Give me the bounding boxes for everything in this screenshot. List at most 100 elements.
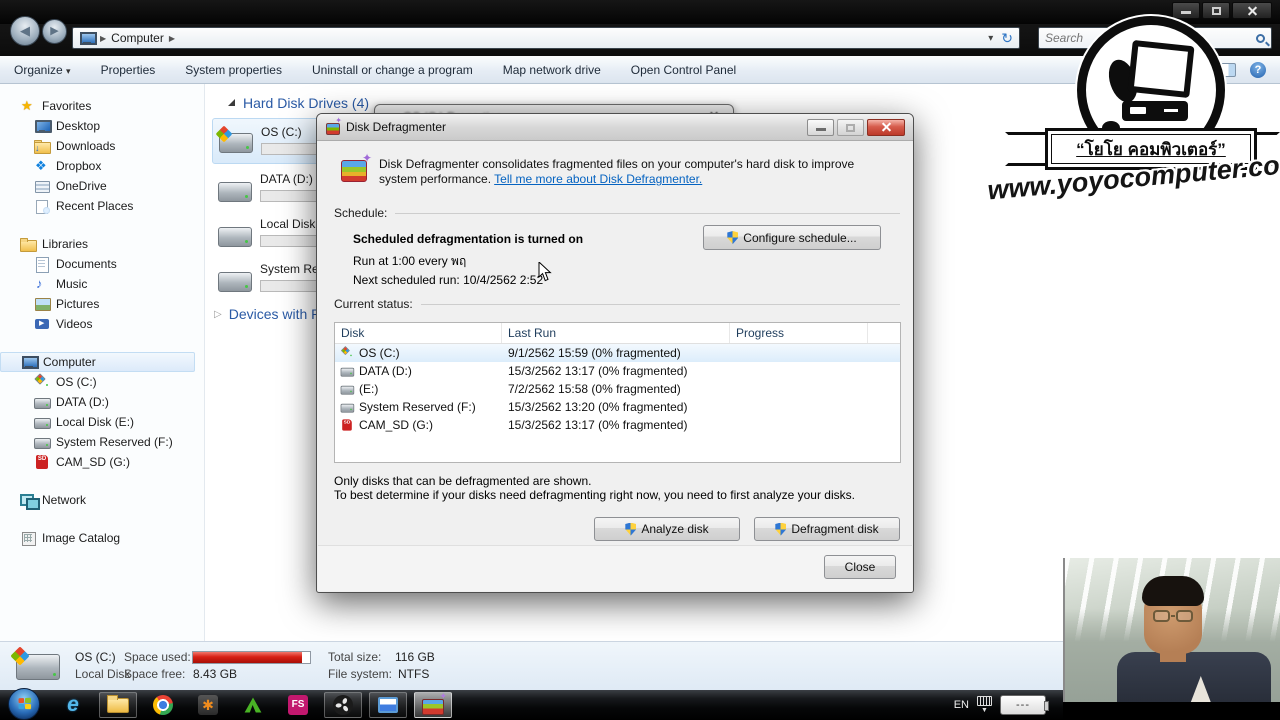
table-row[interactable]: System Reserved (F:) 15/3/2562 13:20 (0%… [335,398,900,416]
toolbar-system-properties[interactable]: System properties [185,63,282,77]
webcam-overlay [1063,558,1280,702]
table-row[interactable]: DATA (D:) 15/3/2562 13:17 (0% fragmented… [335,362,900,380]
folder-download-icon [34,138,51,154]
space-free-label: Space free: [124,667,186,681]
restore-icon[interactable] [1202,2,1230,19]
configure-schedule-button[interactable]: Configure schedule... [703,225,881,250]
minimize-icon[interactable] [807,118,834,136]
computer-icon [79,30,97,46]
toolbar-properties[interactable]: Properties [101,63,156,77]
table-row[interactable]: CAM_SD (G:) 15/3/2562 13:17 (0% fragment… [335,416,900,434]
image-viewer-icon[interactable] [369,692,407,718]
battery-meter[interactable]: --- [1000,695,1049,715]
start-orb-icon[interactable] [8,688,40,720]
collapse-triangle-icon[interactable] [228,98,235,106]
computer-icon [21,354,39,370]
sidebar-item-system-reserved-f[interactable]: System Reserved (F:) [0,432,204,452]
section-header-devices-removable[interactable]: ▷ Devices with R [214,306,321,322]
close-button[interactable]: Close [824,555,896,579]
glasses-icon [1152,610,1193,622]
sidebar-item-documents[interactable]: Documents [0,254,204,274]
toolbar-map-network-drive[interactable]: Map network drive [503,63,601,77]
sidebar-item-computer[interactable]: Computer [0,352,195,372]
hard-drive-icon [218,182,252,202]
close-icon[interactable] [1232,2,1272,19]
network-icon [20,492,40,510]
schedule-status-text: Scheduled defragmentation is turned on [353,232,584,246]
obs-icon[interactable] [324,692,362,718]
sidebar-item-onedrive[interactable]: OneDrive [0,176,204,196]
sidebar-item-network[interactable]: Network [0,490,204,510]
sidebar-item-downloads[interactable]: Downloads [0,136,204,156]
close-icon[interactable] [867,118,905,136]
refresh-icon[interactable]: ↻ [1001,30,1013,47]
defragment-disk-button[interactable]: Defragment disk [754,517,900,541]
sidebar-item-recent-places[interactable]: Recent Places [0,196,204,216]
minimize-icon[interactable] [1172,2,1200,19]
sidebar-item-pictures[interactable]: Pictures [0,294,204,314]
current-status-group-label: Current status: [334,297,900,311]
search-input[interactable] [1045,31,1256,45]
table-header-row: Disk Last Run Progress [335,323,900,344]
sidebar-item-libraries[interactable]: Libraries [0,234,204,254]
sidebar-item-local-disk-e[interactable]: Local Disk (E:) [0,412,204,432]
disk-status-table[interactable]: Disk Last Run Progress OS (C:) 9/1/2562 … [334,322,901,463]
music-note-icon [34,276,50,292]
toolbar-open-control-panel[interactable]: Open Control Panel [631,63,736,77]
forward-button[interactable]: ▶ [42,19,67,44]
table-row[interactable]: OS (C:) 9/1/2562 15:59 (0% fragmented) [335,344,900,362]
breadcrumb-location[interactable]: Computer [111,31,164,45]
onedrive-icon [34,178,50,194]
table-row[interactable]: (E:) 7/2/2562 15:58 (0% fragmented) [335,380,900,398]
dialog-titlebar[interactable]: Disk Defragmenter [317,114,913,141]
sidebar-item-image-catalog[interactable]: Image Catalog [0,528,204,548]
expand-triangle-icon[interactable]: ▷ [214,309,222,320]
os-drive-icon [341,347,354,360]
search-box[interactable] [1038,27,1272,49]
chrome-icon[interactable] [144,692,182,718]
uac-shield-icon [775,522,787,536]
sidebar-item-dropbox[interactable]: Dropbox [0,156,204,176]
column-header-disk[interactable]: Disk [335,323,502,343]
internet-explorer-icon[interactable]: e [54,692,92,718]
language-indicator[interactable]: EN [954,699,969,711]
space-used-bar [192,651,311,664]
status-drive-name: OS (C:) [75,650,116,664]
column-header-last-run[interactable]: Last Run [502,323,730,343]
address-dropdown-icon[interactable]: ▾ [988,33,993,44]
sidebar-item-cam-sd-g[interactable]: CAM_SD (G:) [0,452,204,472]
graphics-app-icon[interactable]: ✱ [189,692,227,718]
total-size-value: 116 GB [395,650,435,664]
breadcrumb-separator[interactable]: ▶ [169,34,175,43]
sidebar-item-desktop[interactable]: Desktop [0,116,204,136]
column-header-progress[interactable]: Progress [730,323,868,343]
breadcrumb[interactable]: ▶ Computer ▶ ▾ ↻ [72,27,1020,49]
search-icon[interactable] [1256,33,1265,43]
mouse-cursor [538,262,552,282]
preview-pane-icon[interactable] [1220,62,1236,77]
dialog-title: Disk Defragmenter [346,120,447,134]
status-drive-type: Local Disk [75,667,131,681]
section-header-hard-disk-drives[interactable]: Hard Disk Drives (4) [228,95,369,111]
sidebar-item-music[interactable]: Music [0,274,204,294]
analyze-disk-button[interactable]: Analyze disk [594,517,740,541]
toolbar-organize[interactable]: Organize ▾ [14,63,71,77]
sidebar-item-data-d[interactable]: DATA (D:) [0,392,204,412]
disk-defragmenter-icon[interactable] [414,691,452,718]
sidebar-item-videos[interactable]: Videos [0,314,204,334]
note-text: To best determine if your disks need def… [334,488,855,502]
back-button[interactable]: ◀ [10,16,40,46]
sidebar-item-favorites[interactable]: Favorites [0,96,204,116]
green-wedge-app-icon[interactable] [234,692,272,718]
sidebar-item-os-c[interactable]: OS (C:) [0,372,204,392]
keyboard-layout-icon[interactable] [977,696,992,706]
breadcrumb-separator: ▶ [100,33,107,43]
chevron-down-icon[interactable]: ▼ [981,707,988,714]
help-icon[interactable]: ? [1250,61,1266,78]
faststone-icon[interactable]: FS [279,692,317,718]
learn-more-link[interactable]: Tell me more about Disk Defragmenter. [494,172,702,186]
dropbox-icon [34,158,50,174]
toolbar-uninstall-program[interactable]: Uninstall or change a program [312,63,473,77]
hard-drive-icon [340,401,355,414]
windows-explorer-icon[interactable] [99,692,137,718]
